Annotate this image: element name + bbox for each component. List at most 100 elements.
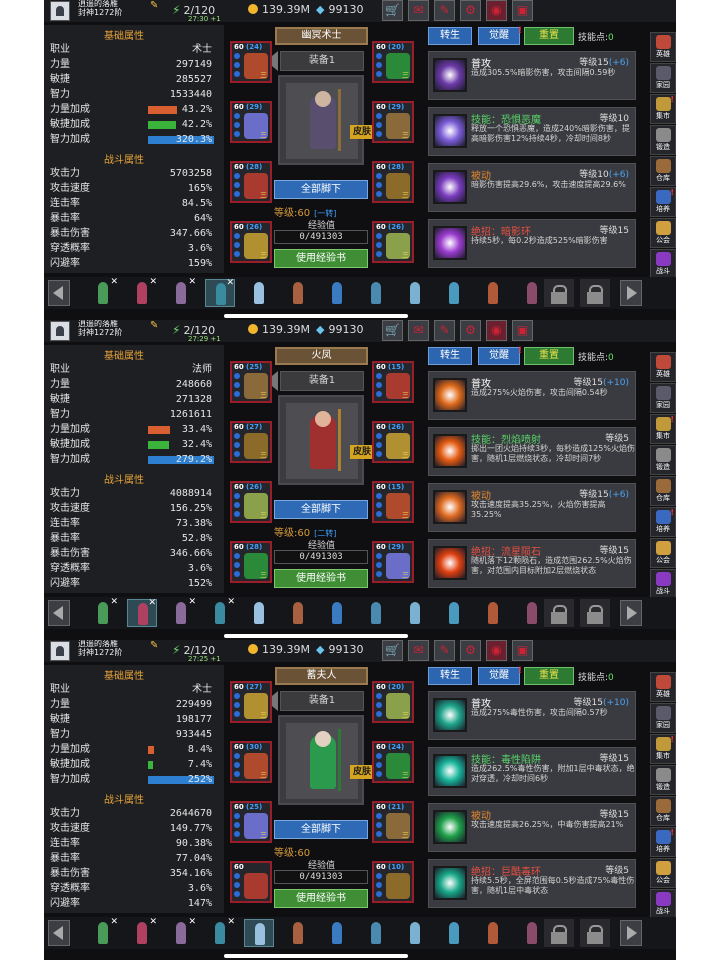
hero-bar-prev-arrow[interactable] xyxy=(48,920,70,946)
side-menu-button[interactable]: 集市! xyxy=(650,734,676,764)
skill-card[interactable]: 技能：烈焰喷射 等级5 掷出一团火焰持续3秒，每秒造成125%火焰伤害，随机1层燃烧… xyxy=(428,427,636,476)
hero-bar-next-arrow[interactable] xyxy=(620,600,642,626)
locked-hero-slot[interactable] xyxy=(544,279,574,307)
hero-thumbnail[interactable]: ✕ xyxy=(166,597,196,627)
awaken-tab[interactable]: 觉醒! xyxy=(478,26,522,45)
chat-icon[interactable]: ✎ xyxy=(434,0,455,21)
side-menu-button[interactable]: 家园 xyxy=(650,703,676,733)
hero-thumbnail[interactable] xyxy=(361,279,391,307)
side-menu-button[interactable]: 锻造 xyxy=(650,765,676,795)
side-menu-button[interactable]: 仓库 xyxy=(650,156,676,186)
skill-card[interactable]: 被动 等级15(+6) 攻击速度提高35.25%，火焰伤害提高35.25% xyxy=(428,483,636,532)
equipment-slot[interactable]: 60 (27) 三 xyxy=(230,421,272,463)
skin-button[interactable]: 皮肤 xyxy=(350,445,374,459)
equipment-slot[interactable]: 60 (28) 三 xyxy=(230,161,272,203)
hero-bar-prev-arrow[interactable] xyxy=(48,280,70,306)
side-menu-button[interactable]: 培养! xyxy=(650,187,676,217)
reincarnate-tab[interactable]: 转生 xyxy=(428,667,472,685)
hero-thumbnail[interactable] xyxy=(244,279,274,307)
side-menu-button[interactable]: 英雄 xyxy=(650,32,676,62)
skill-card[interactable]: 普攻 等级15(+6) 造成305.5%暗影伤害，攻击间隔0.59秒 xyxy=(428,51,636,100)
shop-cart-icon[interactable]: 🛒 xyxy=(382,0,403,21)
reincarnate-tab[interactable]: 转生 xyxy=(428,347,472,365)
wheel-icon[interactable]: ◉ xyxy=(486,640,507,661)
unequip-all-button[interactable]: 全部脚下 xyxy=(274,180,368,199)
hero-thumbnail[interactable]: ✕ xyxy=(127,917,157,947)
mail-icon[interactable]: ✉ xyxy=(408,0,429,21)
side-menu-button[interactable]: 锻造 xyxy=(650,445,676,475)
side-menu-button[interactable]: 战斗 xyxy=(650,569,676,599)
hero-thumbnail[interactable] xyxy=(478,599,508,627)
side-menu-button[interactable]: 战斗 xyxy=(650,889,676,919)
mail-icon[interactable]: ✉ xyxy=(408,320,429,341)
locked-hero-slot[interactable] xyxy=(544,919,574,947)
hero-thumbnail[interactable] xyxy=(244,919,274,947)
use-exp-book-button[interactable]: 使用经验书 xyxy=(274,249,368,268)
hero-thumbnail[interactable] xyxy=(361,919,391,947)
unequip-all-button[interactable]: 全部脚下 xyxy=(274,500,368,519)
mail-icon[interactable]: ✉ xyxy=(408,640,429,661)
equip-set-label[interactable]: 装备1 xyxy=(280,691,364,711)
equipment-slot[interactable]: 60 (30) 三 xyxy=(230,741,272,783)
hero-thumbnail[interactable] xyxy=(283,919,313,947)
equip-set-label[interactable]: 装备1 xyxy=(280,51,364,71)
skill-card[interactable]: 绝招：巨酷毒环 等级5 持续5.5秒，全屏范围每0.5秒造成75%毒性伤害，随机1层… xyxy=(428,859,636,908)
hero-bar-next-arrow[interactable] xyxy=(620,280,642,306)
reset-skills-button[interactable]: 重置 xyxy=(524,27,574,45)
hero-thumbnail[interactable] xyxy=(361,599,391,627)
equipment-slot[interactable]: 60 (24) 三 xyxy=(230,41,272,83)
hero-thumbnail[interactable]: ✕ xyxy=(127,277,157,307)
skill-card[interactable]: 普攻 等级15(+10) 造成275%火焰伤害，攻击间隔0.54秒 xyxy=(428,371,636,420)
hero-thumbnail[interactable] xyxy=(322,279,352,307)
chat-icon[interactable]: ✎ xyxy=(434,320,455,341)
locked-hero-slot[interactable] xyxy=(544,599,574,627)
hero-thumbnail[interactable] xyxy=(283,599,313,627)
skill-card[interactable]: 被动 等级15 攻击速度提高26.25%，中毒伤害提高21% xyxy=(428,803,636,852)
side-menu-button[interactable]: 集市! xyxy=(650,94,676,124)
player-avatar[interactable] xyxy=(50,321,70,341)
edit-icon[interactable]: ✎ xyxy=(150,320,158,331)
settings-gear-icon[interactable]: ⚙ xyxy=(460,0,481,21)
side-menu-button[interactable]: 公会 xyxy=(650,218,676,248)
locked-hero-slot[interactable] xyxy=(580,919,610,947)
hero-bar-prev-arrow[interactable] xyxy=(48,600,70,626)
skill-card[interactable]: 技能：毒性陷阱 等级15 造成262.5%毒性伤害，附加1层中毒状态，绝对穿透，冷却… xyxy=(428,747,636,796)
hero-thumbnail[interactable] xyxy=(439,279,469,307)
side-menu-button[interactable]: 家园 xyxy=(650,383,676,413)
hero-thumbnail[interactable] xyxy=(439,599,469,627)
skill-card[interactable]: 绝招：暗影环 等级15 持续5秒，每0.2秒造成525%暗影伤害 xyxy=(428,219,636,268)
equipment-slot[interactable]: 60 (29) 三 xyxy=(372,101,414,143)
hero-thumbnail[interactable] xyxy=(322,919,352,947)
hero-thumbnail[interactable] xyxy=(517,919,547,947)
equipment-slot[interactable]: 60 (15) 三 xyxy=(372,361,414,403)
hero-bar-next-arrow[interactable] xyxy=(620,920,642,946)
hero-thumbnail[interactable] xyxy=(478,919,508,947)
awaken-tab[interactable]: 觉醒! xyxy=(478,346,522,365)
hero-thumbnail[interactable] xyxy=(439,919,469,947)
hero-thumbnail[interactable]: ✕ xyxy=(127,598,157,627)
locked-hero-slot[interactable] xyxy=(580,599,610,627)
shop-cart-icon[interactable]: 🛒 xyxy=(382,320,403,341)
equipment-slot[interactable]: 60 xyxy=(230,861,272,903)
chat-icon[interactable]: ✎ xyxy=(434,640,455,661)
skill-card[interactable]: 绝招：流星陨石 等级15 随机落下12颗陨石，造成范围262.5%火焰伤害，对范围内… xyxy=(428,539,636,588)
side-menu-button[interactable]: 集市! xyxy=(650,414,676,444)
hero-thumbnail[interactable]: ✕ xyxy=(205,278,235,307)
skill-card[interactable]: 被动 等级10(+6) 暗影伤害提高29.6%，攻击速度提高29.6% xyxy=(428,163,636,212)
equipment-slot[interactable]: 60 (25) 三 xyxy=(230,801,272,843)
equipment-slot[interactable]: 60 (20) 三 xyxy=(372,41,414,83)
side-menu-button[interactable]: 公会 xyxy=(650,858,676,888)
shop-cart-icon[interactable]: 🛒 xyxy=(382,640,403,661)
use-exp-book-button[interactable]: 使用经验书 xyxy=(274,889,368,908)
edit-icon[interactable]: ✎ xyxy=(150,640,158,651)
side-menu-button[interactable]: 锻造 xyxy=(650,125,676,155)
hero-thumbnail[interactable]: ✕ xyxy=(166,917,196,947)
equipment-slot[interactable]: 60 (26) 三 xyxy=(230,481,272,523)
settings-gear-icon[interactable]: ⚙ xyxy=(460,320,481,341)
side-menu-button[interactable]: 英雄 xyxy=(650,352,676,382)
equipment-slot[interactable]: 60 (29) 三 xyxy=(372,541,414,583)
equipment-slot[interactable]: 60 (29) 三 xyxy=(230,101,272,143)
equipment-slot[interactable]: 60 (28) 三 xyxy=(230,541,272,583)
side-menu-button[interactable]: 战斗 xyxy=(650,249,676,279)
reincarnate-tab[interactable]: 转生 xyxy=(428,27,472,45)
